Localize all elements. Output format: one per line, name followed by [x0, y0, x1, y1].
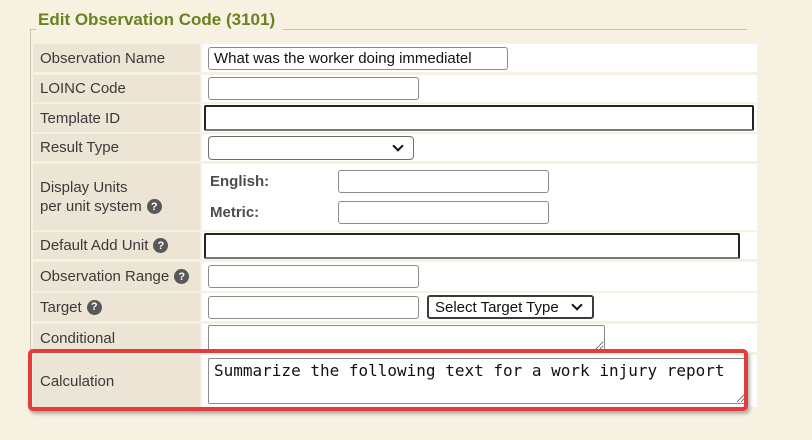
display-units-value-cell: English: Metric:: [202, 164, 757, 230]
display-units-label-line2: per unit system: [40, 198, 142, 215]
result-type-select[interactable]: [208, 136, 414, 160]
metric-label: Metric:: [210, 204, 338, 221]
row-observation-range: Observation Range ?: [33, 262, 757, 291]
chevron-down-icon: [392, 140, 403, 151]
target-input[interactable]: [208, 296, 419, 319]
english-units-subrow: English:: [210, 170, 757, 193]
row-default-add-unit: Default Add Unit ?: [33, 232, 757, 259]
template-id-label: Template ID: [40, 110, 120, 127]
row-template-id: Template ID: [33, 104, 757, 132]
display-units-label-line2-wrap: per unit system ?: [40, 198, 162, 215]
fieldset-left-border: [30, 29, 31, 412]
metric-units-subrow: Metric:: [210, 201, 757, 224]
row-calculation: Calculation Summarize the following text…: [33, 355, 757, 407]
row-loinc-code: LOINC Code: [33, 75, 757, 102]
conditional-label-cell: Conditional: [33, 324, 200, 352]
loinc-code-input[interactable]: [208, 77, 419, 100]
template-id-input[interactable]: [204, 105, 754, 131]
observation-range-label-cell: Observation Range ?: [33, 262, 200, 291]
calculation-textarea[interactable]: Summarize the following text for a work …: [208, 358, 746, 404]
target-label: Target: [40, 299, 82, 316]
conditional-textarea[interactable]: [208, 325, 605, 351]
result-type-value-cell: [202, 134, 757, 161]
default-add-unit-label-cell: Default Add Unit ?: [33, 232, 200, 259]
calculation-label-cell: Calculation: [33, 355, 200, 407]
target-help-icon[interactable]: ?: [87, 300, 102, 315]
observation-name-label: Observation Name: [40, 50, 165, 67]
english-label: English:: [210, 173, 338, 190]
default-add-unit-help-icon[interactable]: ?: [153, 238, 168, 253]
observation-range-label: Observation Range: [40, 268, 169, 285]
target-type-selected-value: Select Target Type: [435, 299, 559, 316]
row-target: Target ? Select Target Type: [33, 293, 757, 321]
template-id-value-cell: [202, 104, 757, 132]
observation-name-label-cell: Observation Name: [33, 44, 200, 72]
result-type-label-cell: Result Type: [33, 134, 200, 161]
default-add-unit-value-cell: [202, 232, 757, 259]
loinc-code-label-cell: LOINC Code: [33, 75, 200, 102]
observation-range-help-icon[interactable]: ?: [174, 269, 189, 284]
calculation-value-cell: Summarize the following text for a work …: [202, 355, 757, 407]
row-display-units: Display Units per unit system ? English:…: [33, 164, 757, 230]
default-add-unit-label: Default Add Unit: [40, 237, 148, 254]
display-units-label-line1: Display Units: [40, 179, 128, 196]
template-id-label-cell: Template ID: [33, 104, 200, 132]
observation-name-value-cell: [202, 44, 757, 72]
row-observation-name: Observation Name: [33, 44, 757, 72]
loinc-code-value-cell: [202, 75, 757, 102]
calculation-label: Calculation: [40, 373, 114, 390]
row-result-type: Result Type: [33, 134, 757, 161]
chevron-down-icon: [571, 299, 582, 310]
result-type-label: Result Type: [40, 139, 119, 156]
target-value-cell: Select Target Type: [202, 293, 757, 321]
target-label-cell: Target ?: [33, 293, 200, 321]
display-units-label-cell: Display Units per unit system ?: [33, 164, 200, 230]
conditional-label: Conditional: [40, 330, 115, 347]
observation-range-value-cell: [202, 262, 757, 291]
target-type-select[interactable]: Select Target Type: [427, 295, 594, 319]
observation-range-input[interactable]: [208, 265, 419, 288]
row-conditional: Conditional: [33, 324, 757, 352]
loinc-code-label: LOINC Code: [40, 80, 126, 97]
observation-name-input[interactable]: [208, 47, 508, 70]
page-title: Edit Observation Code (3101): [36, 10, 283, 30]
english-units-input[interactable]: [338, 170, 549, 193]
edit-observation-code-page: Edit Observation Code (3101) Observation…: [0, 0, 812, 440]
metric-units-input[interactable]: [338, 201, 549, 224]
default-add-unit-input[interactable]: [204, 233, 740, 259]
conditional-value-cell: [202, 324, 757, 352]
display-units-help-icon[interactable]: ?: [147, 199, 162, 214]
